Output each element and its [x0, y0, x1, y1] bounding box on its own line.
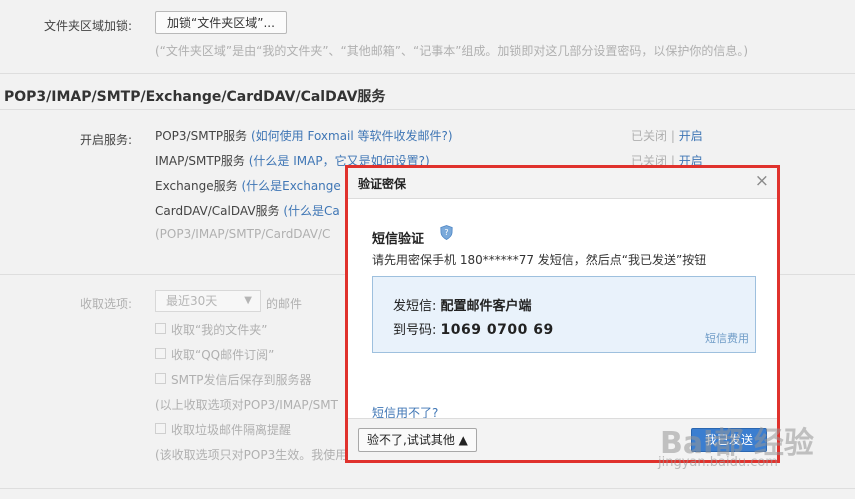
select-value: 最近30天 — [166, 294, 218, 308]
service-name: IMAP/SMTP服务 — [155, 154, 245, 168]
folder-lock-label: 文件夹区域加锁: — [44, 19, 133, 33]
service-name: Exchange服务 — [155, 179, 238, 193]
sms-content: 配置邮件客户端 — [440, 299, 532, 314]
dialog-subtitle: 短信验证 — [372, 232, 425, 247]
divider — [0, 109, 855, 110]
receive-folder-checkbox[interactable] — [155, 323, 166, 334]
service-help-link[interactable]: (如何使用 Foxmail 等软件收发邮件?) — [251, 129, 453, 143]
divider — [0, 73, 855, 74]
receive-note: (以上收取选项对POP3/IMAP/SMT — [155, 398, 338, 412]
folder-lock-note: (“文件夹区域”是由“我的文件夹”、“其他邮箱”、“记事本”组成。加锁即对这几部… — [155, 44, 749, 58]
service-name: POP3/SMTP服务 — [155, 129, 248, 143]
checkbox-label: SMTP发信后保存到服务器 — [171, 373, 312, 387]
dialog-header: 验证密保 × — [346, 166, 779, 199]
svg-text:?: ? — [444, 228, 448, 237]
section-title: POP3/IMAP/SMTP/Exchange/CardDAV/CalDAV服务 — [4, 89, 386, 105]
sms-number: 1069 0700 69 — [440, 322, 554, 338]
service-row: Exchange服务 (什么是Exchange — [155, 177, 341, 194]
checkbox-label: 收取“我的文件夹” — [171, 323, 268, 337]
receive-suffix: 的邮件 — [266, 297, 303, 311]
sms-number-line: 到号码: 1069 0700 69 — [393, 319, 554, 338]
try-other-button[interactable]: 验不了,试试其他 ▲ — [358, 428, 477, 452]
divider — [0, 488, 855, 489]
shield-icon: ? — [440, 225, 453, 240]
spam-reminder-checkbox[interactable] — [155, 423, 166, 434]
close-icon[interactable]: × — [755, 171, 769, 191]
checkbox-label: 收取“QQ邮件订阅” — [171, 348, 275, 362]
sms-info-box: 发短信: 配置邮件客户端 到号码: 1069 0700 69 短信费用 — [372, 276, 756, 353]
services-summary: (POP3/IMAP/SMTP/CardDAV/C — [155, 227, 331, 241]
service-row: POP3/SMTP服务 (如何使用 Foxmail 等软件收发邮件?) — [155, 127, 453, 144]
receive-range-select[interactable]: 最近30天 ▼ — [155, 290, 261, 312]
service-row: CardDAV/CalDAV服务 (什么是Ca — [155, 202, 340, 219]
lock-folder-button[interactable]: 加锁“文件夹区域”... — [155, 11, 287, 34]
sms-content-line: 发短信: 配置邮件客户端 — [393, 295, 532, 314]
to-label: 到号码: — [393, 323, 437, 338]
services-label: 开启服务: — [80, 133, 133, 147]
receive-subscription-checkbox[interactable] — [155, 348, 166, 359]
watermark-url: jingyan.baidu.com — [658, 455, 778, 470]
chevron-down-icon: ▼ — [244, 295, 252, 306]
dialog-title: 验证密保 — [358, 177, 407, 191]
service-status: 已关闭 | 开启 — [631, 127, 703, 144]
receive-label: 收取选项: — [80, 297, 133, 311]
smtp-save-checkbox[interactable] — [155, 373, 166, 384]
sms-fee-link[interactable]: 短信费用 — [705, 330, 749, 346]
service-name: CardDAV/CalDAV服务 — [155, 204, 280, 218]
dialog-description: 请先用密保手机 180******77 发短信，然后点“我已发送”按钮 — [372, 253, 707, 267]
sms-label: 发短信: — [393, 299, 437, 314]
status-separator: | — [670, 129, 675, 143]
status-text: 已关闭 — [631, 129, 668, 143]
receive-note: (该收取选项只对POP3生效。我使用 — [155, 448, 348, 462]
enable-pop3-link[interactable]: 开启 — [679, 129, 703, 143]
checkbox-label: 收取垃圾邮件隔离提醒 — [171, 423, 292, 437]
service-help-link[interactable]: (什么是Ca — [283, 204, 339, 218]
service-help-link[interactable]: (什么是Exchange — [241, 179, 340, 193]
